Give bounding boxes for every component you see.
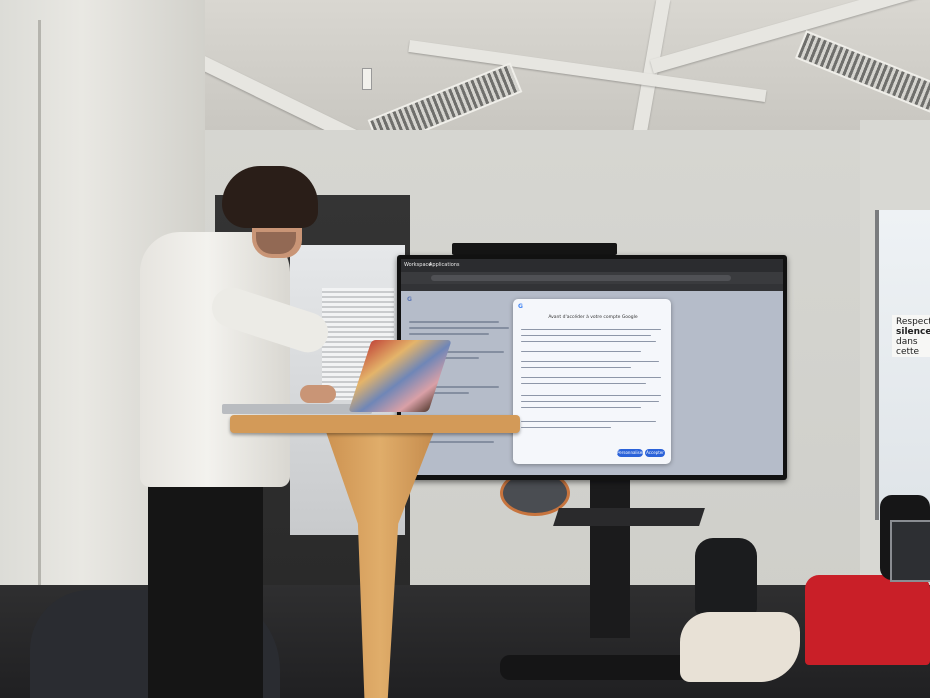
desk-top bbox=[230, 415, 520, 433]
dialog-text-line bbox=[521, 383, 646, 384]
monitor-stand-shelf bbox=[553, 508, 705, 526]
right-window bbox=[875, 210, 930, 520]
sign-line-2: silence bbox=[896, 327, 930, 337]
dialog-text-line bbox=[521, 421, 656, 422]
dialog-text-line bbox=[521, 329, 661, 330]
person-hair bbox=[222, 166, 318, 228]
wall-panel-edge bbox=[38, 20, 41, 660]
dialog-text-line bbox=[521, 401, 659, 402]
dialog-text-line bbox=[521, 407, 641, 408]
monitor-camera-bar bbox=[452, 243, 617, 255]
address-field bbox=[431, 275, 731, 281]
dialog-text-line bbox=[521, 367, 631, 368]
small-laptop bbox=[890, 520, 930, 582]
browser-tab-title: Applications bbox=[429, 262, 460, 268]
sign-line-1: Respect bbox=[896, 317, 930, 327]
dialog-title: Avant d'accéder à votre compte Google bbox=[548, 315, 638, 320]
browser-tab-left: Workspace bbox=[404, 262, 432, 268]
person-hand bbox=[300, 385, 336, 403]
bookmarks-bar bbox=[401, 284, 783, 291]
backpack bbox=[695, 538, 757, 616]
dialog-text-line bbox=[521, 395, 661, 396]
dialog-text-line bbox=[521, 361, 659, 362]
silence-sign: Respect silence dans cette bbox=[892, 315, 930, 357]
dialog-text-line bbox=[521, 335, 651, 336]
cloth-pile bbox=[680, 612, 800, 682]
google-logo: G bbox=[518, 303, 523, 310]
personalize-button[interactable]: Personnaliser bbox=[617, 449, 644, 457]
monitor-stand bbox=[590, 478, 630, 638]
dialog-text-line bbox=[521, 427, 611, 428]
browser-address-bar bbox=[401, 272, 783, 284]
dialog-text-line bbox=[521, 351, 641, 352]
red-chair bbox=[805, 575, 930, 665]
monitor-screen: Workspace Applications G G Avant d'accéd… bbox=[401, 259, 783, 475]
sign-line-3: dans cette bbox=[896, 337, 920, 357]
browser-tab-bar: Workspace Applications bbox=[401, 259, 783, 272]
person-pants bbox=[148, 470, 263, 698]
accept-button[interactable]: Accepter bbox=[645, 449, 665, 457]
dialog-text-line bbox=[521, 341, 656, 342]
ceiling-sensor bbox=[362, 68, 372, 90]
consent-dialog: G Avant d'accéder à votre compte Google … bbox=[513, 299, 671, 464]
person-shirt bbox=[140, 232, 290, 487]
dialog-text-line bbox=[521, 377, 661, 378]
